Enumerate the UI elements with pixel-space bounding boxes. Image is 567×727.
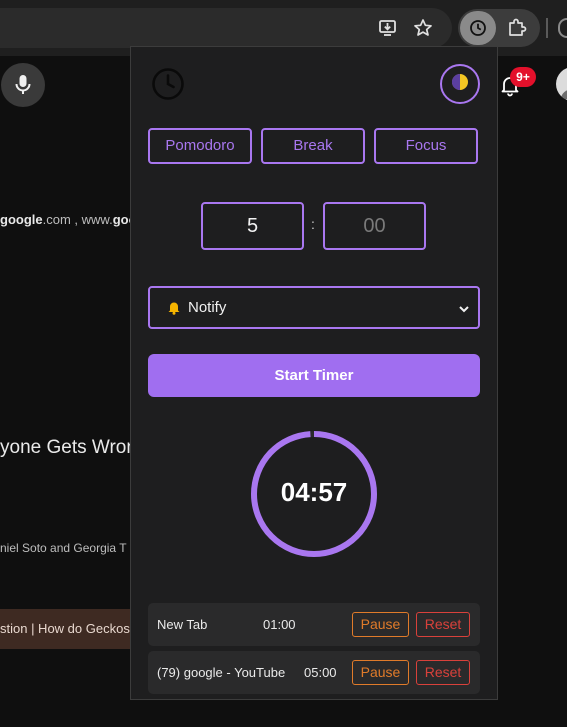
profile-button-edge[interactable] [558, 18, 567, 38]
url-rest: .com , www. [42, 212, 113, 227]
related-question-chip[interactable]: stion | How do Geckos [0, 609, 131, 649]
timer-row: New Tab 01:00 Pause Reset [148, 603, 480, 646]
minutes-input[interactable]: 5 [201, 202, 304, 250]
theme-toggle-button[interactable] [440, 64, 480, 104]
microphone-icon[interactable] [1, 63, 45, 107]
install-app-icon[interactable] [378, 18, 398, 38]
countdown-display: 04:57 [280, 477, 348, 507]
clock-icon [151, 67, 185, 101]
mode-focus-button[interactable]: Focus [374, 128, 478, 164]
notification-badge: 9+ [510, 67, 536, 87]
timer-row-duration: 01:00 [263, 617, 296, 632]
avatar[interactable] [556, 67, 567, 101]
time-separator: : [311, 216, 315, 232]
bookmark-star-icon[interactable] [413, 18, 433, 38]
mode-break-button[interactable]: Break [261, 128, 365, 164]
notify-select[interactable]: Notify [148, 286, 480, 329]
seconds-input[interactable]: 00 [323, 202, 426, 250]
pause-button[interactable]: Pause [352, 660, 409, 685]
toolbar-divider [546, 18, 548, 38]
url-tail: goo [112, 212, 131, 227]
timer-row-title: New Tab [157, 617, 208, 632]
timer-row-duration: 05:00 [304, 665, 337, 680]
timer-row: (79) google - YouTube 05:00 Pause Reset [148, 651, 480, 694]
half-moon-icon [450, 72, 470, 97]
url-bold-part: google [0, 212, 43, 227]
pause-button[interactable]: Pause [352, 612, 409, 637]
mode-pomodoro-button[interactable]: Pomodoro [148, 128, 252, 164]
reset-button[interactable]: Reset [416, 660, 470, 685]
timer-row-title: (79) google - YouTube [157, 665, 286, 680]
puzzle-icon[interactable] [503, 14, 531, 42]
start-timer-button[interactable]: Start Timer [148, 354, 480, 397]
search-result-url[interactable]: google.com , www.goo [0, 212, 131, 227]
timer-extension-popup: Pomodoro Break Focus 5 : 00 Notify Start… [130, 46, 498, 700]
reset-button[interactable]: Reset [416, 612, 470, 637]
notify-selected-label: Notify [188, 299, 227, 316]
chevron-down-icon [458, 302, 470, 319]
search-result-headline[interactable]: yone Gets Wron [0, 437, 131, 459]
clock-extension-icon[interactable] [460, 11, 496, 45]
search-result-authors: niel Soto and Georgia T [0, 541, 127, 555]
bell-icon [167, 300, 181, 315]
